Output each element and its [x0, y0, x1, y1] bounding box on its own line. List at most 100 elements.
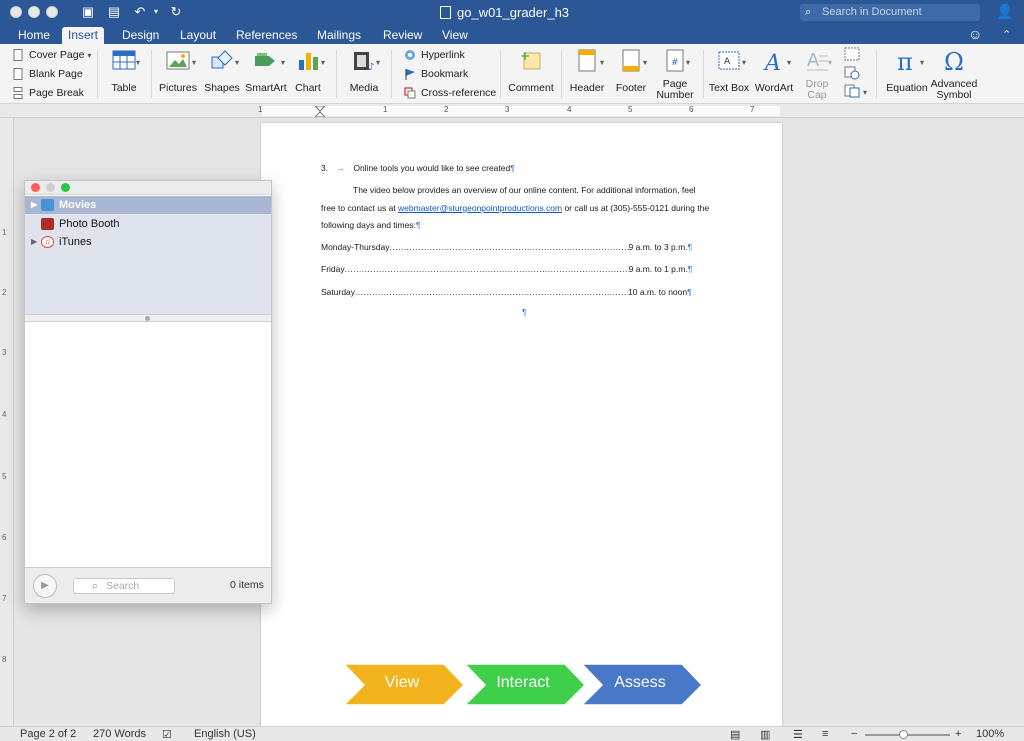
tab-view[interactable]: View — [436, 27, 474, 44]
media-browser-window[interactable]: ▶ Movies Photo Booth ▶ ♫ iTunes ▶ ⌕ Searc… — [24, 180, 272, 604]
print-layout-view-icon[interactable]: ▤ — [730, 728, 740, 741]
indent-marker-icon[interactable] — [315, 106, 325, 117]
chart-button[interactable]: Chart — [291, 48, 325, 94]
chevron-assess[interactable]: Assess — [574, 662, 706, 707]
smartart-button[interactable]: SmartArt — [244, 48, 288, 94]
media-browser-titlebar[interactable] — [25, 181, 271, 195]
drop-cap-dropdown-icon[interactable]: ▾ — [828, 58, 832, 67]
text-box-dropdown-icon[interactable]: ▾ — [742, 58, 746, 67]
zoom-out-icon[interactable]: − — [851, 728, 857, 740]
numbered-heading[interactable]: 3. → Online tools you would like to see … — [321, 163, 515, 173]
header-icon — [578, 49, 596, 72]
close-window-button[interactable] — [10, 6, 22, 18]
wordart-dropdown-icon[interactable]: ▾ — [787, 58, 791, 67]
media-minimize-button[interactable] — [46, 183, 55, 192]
body-line-1[interactable]: The video below provides an overview of … — [353, 185, 696, 195]
smartart-dropdown-icon[interactable]: ▾ — [281, 58, 285, 67]
tab-mailings[interactable]: Mailings — [311, 27, 367, 44]
zoom-level[interactable]: 100% — [976, 728, 1004, 740]
tab-references[interactable]: References — [230, 27, 303, 44]
page-number-dropdown-icon[interactable]: ▾ — [686, 58, 690, 67]
object-icon[interactable] — [844, 84, 860, 98]
word-count[interactable]: 270 Words — [93, 728, 146, 740]
chart-dropdown-icon[interactable]: ▾ — [321, 58, 325, 67]
document-page[interactable]: 3. → Online tools you would like to see … — [261, 123, 782, 726]
header-button[interactable]: Header — [568, 48, 606, 94]
body-line-2[interactable]: free to contact us at webmaster@sturgeon… — [321, 203, 709, 213]
zoom-window-button[interactable] — [46, 6, 58, 18]
hyperlink-button[interactable]: Hyperlink — [404, 46, 465, 64]
blank-page-button[interactable]: Blank Page — [12, 65, 83, 83]
media-close-button[interactable] — [31, 183, 40, 192]
play-button[interactable]: ▶ — [33, 574, 57, 598]
pane-splitter[interactable] — [25, 314, 271, 322]
undo-dropdown-icon[interactable]: ▾ — [148, 4, 164, 20]
drop-cap-button[interactable]: A Drop Cap — [800, 48, 834, 101]
equation-button[interactable]: π Equation — [884, 48, 930, 94]
tab-review[interactable]: Review — [377, 27, 428, 44]
bookmark-button[interactable]: Bookmark — [404, 65, 468, 83]
header-dropdown-icon[interactable]: ▾ — [600, 58, 604, 67]
page-number-button[interactable]: # Page Number — [656, 48, 694, 101]
web-layout-view-icon[interactable]: ▥ — [760, 728, 770, 741]
equation-dropdown-icon[interactable]: ▾ — [920, 58, 924, 67]
tab-layout[interactable]: Layout — [174, 27, 222, 44]
chevron-view[interactable]: View — [336, 662, 468, 707]
media-dropdown-icon[interactable]: ▾ — [376, 58, 380, 67]
disclosure-triangle-icon[interactable]: ▶ — [31, 233, 37, 251]
schedule-row-monday[interactable]: Monday-Thursday.........................… — [321, 242, 692, 252]
horizontal-ruler[interactable]: 1 1 2 3 4 5 6 7 — [0, 104, 1024, 118]
footer-button[interactable]: Footer — [613, 48, 649, 94]
save-icon[interactable]: ▤ — [106, 4, 122, 20]
shapes-dropdown-icon[interactable]: ▾ — [235, 58, 239, 67]
media-search-input[interactable]: ⌕ Search — [73, 578, 175, 594]
text-box-button[interactable]: A Text Box — [708, 48, 750, 94]
footer-dropdown-icon[interactable]: ▾ — [643, 58, 647, 67]
list-number: 3. — [321, 163, 329, 173]
redo-icon[interactable]: ↻ — [168, 4, 184, 20]
collapse-ribbon-icon[interactable]: ⌃ — [1002, 28, 1011, 41]
share-person-icon[interactable]: 👤 — [996, 3, 1013, 20]
table-dropdown-icon[interactable]: ▾ — [136, 58, 140, 67]
email-link[interactable]: webmaster@sturgeonpointproductions.com — [398, 203, 562, 213]
search-document-input[interactable]: ⌕ Search in Document — [800, 4, 980, 21]
tab-home[interactable]: Home — [12, 27, 56, 44]
language-indicator[interactable]: English (US) — [194, 728, 256, 740]
feedback-smiley-icon[interactable]: ☺ — [968, 26, 982, 42]
cross-reference-button[interactable]: Cross-reference — [404, 84, 496, 102]
table-button[interactable]: Table — [106, 48, 142, 94]
cover-page-button[interactable]: Cover Page ▾ — [12, 46, 91, 64]
draft-view-icon[interactable]: ≡ — [822, 728, 828, 740]
source-itunes[interactable]: ▶ ♫ iTunes — [25, 233, 271, 251]
media-button[interactable]: ♪ Media — [345, 48, 383, 94]
source-photo-booth[interactable]: Photo Booth — [25, 215, 271, 233]
comment-button[interactable]: + Comment — [508, 48, 554, 94]
outline-view-icon[interactable]: ☰ — [793, 728, 803, 741]
tab-design[interactable]: Design — [116, 27, 165, 44]
page-break-button[interactable]: Page Break — [12, 84, 84, 102]
wordart-button[interactable]: A WordArt — [754, 48, 794, 94]
object-dropdown-icon[interactable]: ▾ — [863, 88, 867, 97]
tab-insert[interactable]: Insert — [62, 27, 105, 44]
chevron-interact[interactable]: Interact — [457, 662, 589, 707]
schedule-row-saturday[interactable]: Saturday................................… — [321, 287, 692, 297]
zoom-in-icon[interactable]: + — [955, 728, 961, 740]
page-indicator[interactable]: Page 2 of 2 — [20, 728, 76, 740]
undo-icon[interactable]: ↶ — [132, 4, 148, 20]
sidebar-toggle-icon[interactable]: ▣ — [80, 4, 96, 20]
pictures-dropdown-icon[interactable]: ▾ — [192, 58, 196, 67]
disclosure-triangle-icon[interactable]: ▶ — [31, 196, 37, 214]
date-time-icon[interactable] — [844, 66, 860, 80]
advanced-symbol-button[interactable]: Ω Advanced Symbol — [930, 48, 978, 101]
shapes-button[interactable]: Shapes — [203, 48, 241, 94]
schedule-row-friday[interactable]: Friday..................................… — [321, 264, 692, 274]
signature-line-icon[interactable] — [844, 47, 860, 61]
proofing-check-icon[interactable]: ☑ — [162, 728, 172, 741]
pictures-button[interactable]: Pictures — [158, 48, 198, 94]
media-zoom-button[interactable] — [61, 183, 70, 192]
vertical-ruler[interactable]: 1 2 3 4 5 6 7 8 — [0, 118, 14, 726]
body-line-3[interactable]: following days and times:¶ — [321, 220, 421, 230]
minimize-window-button[interactable] — [28, 6, 40, 18]
source-movies[interactable]: ▶ Movies — [25, 196, 271, 214]
zoom-slider-thumb[interactable] — [899, 730, 908, 739]
